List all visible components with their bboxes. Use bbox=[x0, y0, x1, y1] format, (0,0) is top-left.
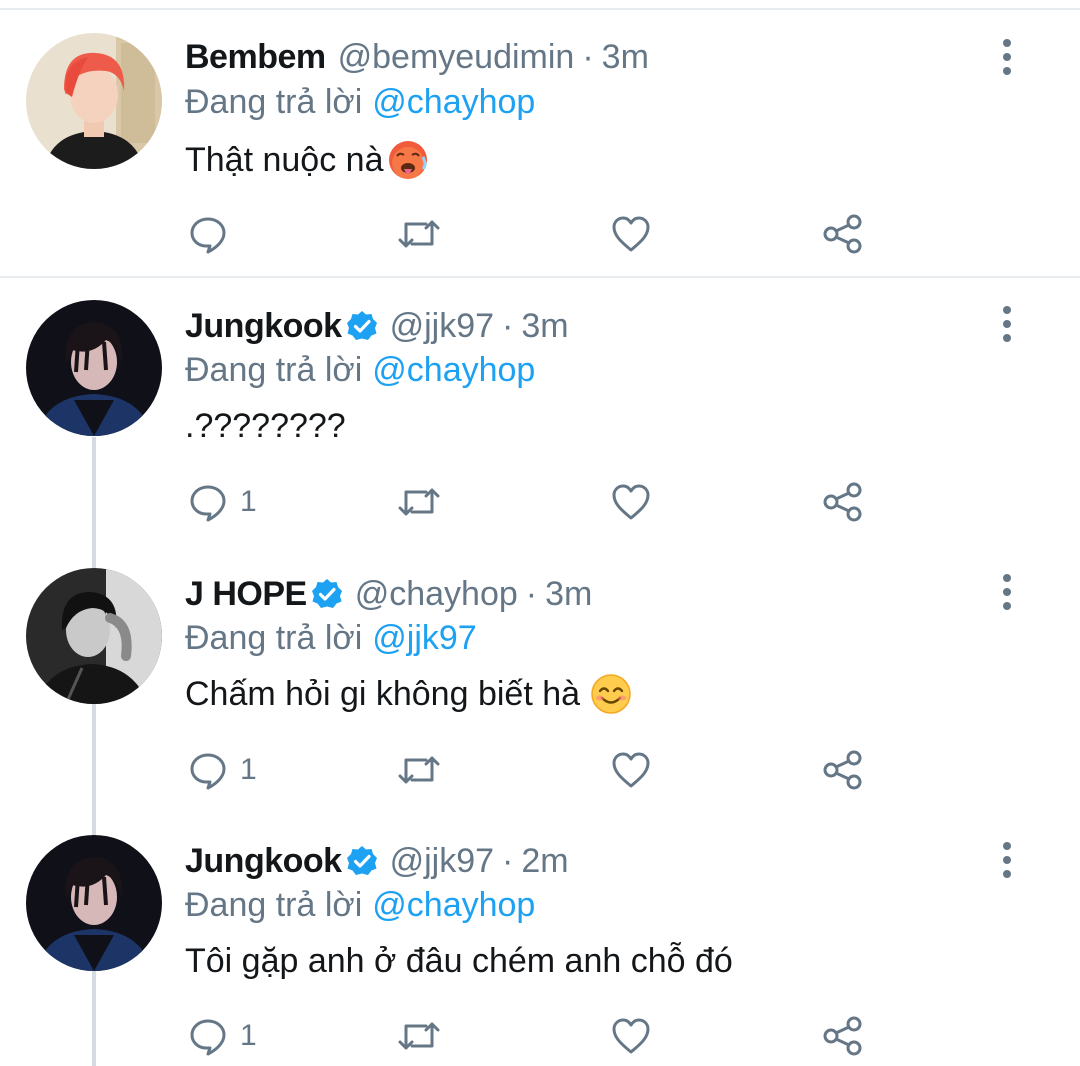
heart-icon bbox=[610, 1016, 652, 1056]
tweet-body: .???????? bbox=[185, 406, 346, 445]
retweet-icon bbox=[396, 214, 442, 254]
user-handle[interactable]: @bemyeudimin bbox=[338, 38, 575, 77]
more-options-icon[interactable] bbox=[992, 838, 1022, 882]
reply-icon bbox=[188, 214, 228, 254]
like-action[interactable] bbox=[610, 1014, 652, 1058]
reply-icon bbox=[188, 750, 228, 790]
separator-dot: · bbox=[502, 841, 514, 880]
tweet-jhope[interactable]: J HOPE @chayhop · 3m Đang trả lời @jjk97… bbox=[0, 550, 1080, 818]
reply-mention-link[interactable]: @chayhop bbox=[372, 83, 535, 122]
tweet-header: Bembem @bemyeudimin · 3m bbox=[185, 35, 649, 79]
replying-to-label: Đang trả lời bbox=[185, 618, 363, 657]
verified-badge-icon bbox=[311, 578, 343, 610]
avatar[interactable] bbox=[26, 33, 162, 169]
separator-dot: · bbox=[582, 37, 594, 76]
reply-action[interactable]: 1 bbox=[188, 480, 257, 524]
display-name[interactable]: Jungkook bbox=[185, 842, 342, 881]
reply-mention-link[interactable]: @chayhop bbox=[372, 886, 535, 925]
like-action[interactable] bbox=[610, 480, 652, 524]
retweet-action[interactable] bbox=[396, 748, 442, 792]
like-action[interactable] bbox=[610, 748, 652, 792]
like-action[interactable] bbox=[610, 212, 652, 256]
share-icon bbox=[822, 213, 864, 255]
replying-to-label: Đang trả lời bbox=[185, 885, 363, 924]
replying-to: Đang trả lời @chayhop bbox=[185, 883, 535, 927]
verified-badge-icon bbox=[346, 310, 378, 342]
avatar[interactable] bbox=[26, 568, 162, 704]
timestamp[interactable]: 2m bbox=[521, 842, 568, 881]
retweet-action[interactable] bbox=[396, 480, 442, 524]
reply-count: 1 bbox=[240, 1019, 257, 1052]
heart-icon bbox=[610, 750, 652, 790]
user-handle[interactable]: @chayhop bbox=[355, 575, 518, 614]
more-options-icon[interactable] bbox=[992, 570, 1022, 614]
user-handle[interactable]: @jjk97 bbox=[390, 307, 494, 346]
replying-to-label: Đang trả lời bbox=[185, 82, 363, 121]
retweet-icon bbox=[396, 1016, 442, 1056]
share-action[interactable] bbox=[822, 748, 864, 792]
display-name[interactable]: Jungkook bbox=[185, 307, 342, 346]
display-name[interactable]: Bembem bbox=[185, 38, 326, 77]
share-icon bbox=[822, 1015, 864, 1057]
retweet-icon bbox=[396, 750, 442, 790]
share-action[interactable] bbox=[822, 1014, 864, 1058]
timestamp[interactable]: 3m bbox=[545, 575, 592, 614]
tweet-header: J HOPE @chayhop · 3m bbox=[185, 572, 592, 616]
separator-dot: · bbox=[502, 306, 514, 345]
timestamp[interactable]: 3m bbox=[602, 38, 649, 77]
tweet-bembem[interactable]: Bembem @bemyeudimin · 3m Đang trả lời @c… bbox=[0, 0, 1080, 280]
tweet-header: Jungkook @jjk97 · 3m bbox=[185, 304, 569, 348]
user-handle[interactable]: @jjk97 bbox=[390, 842, 494, 881]
tweet-jungkook-1[interactable]: Jungkook @jjk97 · 3m Đang trả lời @chayh… bbox=[0, 280, 1080, 550]
avatar[interactable] bbox=[26, 835, 162, 971]
tweet-body: Chấm hỏi gi không biết hà bbox=[185, 674, 581, 713]
replying-to: Đang trả lời @chayhop bbox=[185, 348, 535, 392]
share-icon bbox=[822, 749, 864, 791]
share-action[interactable] bbox=[822, 480, 864, 524]
tweet-body: Thật nuộc nà bbox=[185, 140, 384, 179]
tweet-body: Tôi gặp anh ở đâu chém anh chỗ đó bbox=[185, 941, 733, 980]
timestamp[interactable]: 3m bbox=[521, 307, 568, 346]
tweet-text: Tôi gặp anh ở đâu chém anh chỗ đó bbox=[185, 937, 733, 985]
tweet-header: Jungkook @jjk97 · 2m bbox=[185, 839, 569, 883]
tweet-jungkook-2[interactable]: Jungkook @jjk97 · 2m Đang trả lời @chayh… bbox=[0, 818, 1080, 1066]
display-name[interactable]: J HOPE bbox=[185, 575, 307, 614]
share-icon bbox=[822, 481, 864, 523]
share-action[interactable] bbox=[822, 212, 864, 256]
reply-count: 1 bbox=[240, 485, 257, 518]
retweet-icon bbox=[396, 482, 442, 522]
separator-dot: · bbox=[525, 574, 538, 613]
more-options-icon[interactable] bbox=[992, 35, 1022, 79]
tweet-text: .???????? bbox=[185, 402, 346, 450]
replying-to: Đang trả lời @jjk97 bbox=[185, 616, 477, 660]
reply-icon bbox=[188, 482, 228, 522]
reply-icon bbox=[188, 1016, 228, 1056]
avatar[interactable] bbox=[26, 300, 162, 436]
reply-action[interactable]: 1 bbox=[188, 1014, 257, 1058]
reply-mention-link[interactable]: @chayhop bbox=[372, 351, 535, 390]
retweet-action[interactable] bbox=[396, 1014, 442, 1058]
hot-face-emoji bbox=[387, 139, 429, 181]
more-options-icon[interactable] bbox=[992, 302, 1022, 346]
reply-mention-link[interactable]: @jjk97 bbox=[372, 619, 476, 658]
reply-action[interactable]: 1 bbox=[188, 748, 257, 792]
replying-to: Đang trả lời @chayhop bbox=[185, 80, 535, 124]
heart-icon bbox=[610, 482, 652, 522]
heart-icon bbox=[610, 214, 652, 254]
reply-action[interactable] bbox=[188, 212, 240, 256]
retweet-action[interactable] bbox=[396, 212, 442, 256]
smiling-face-emoji bbox=[590, 673, 632, 715]
tweet-text: Thật nuộc nà bbox=[185, 136, 429, 184]
tweet-text: Chấm hỏi gi không biết hà bbox=[185, 670, 632, 718]
verified-badge-icon bbox=[346, 845, 378, 877]
tweet-divider bbox=[0, 276, 1080, 278]
reply-count: 1 bbox=[240, 753, 257, 786]
replying-to-label: Đang trả lời bbox=[185, 350, 363, 389]
